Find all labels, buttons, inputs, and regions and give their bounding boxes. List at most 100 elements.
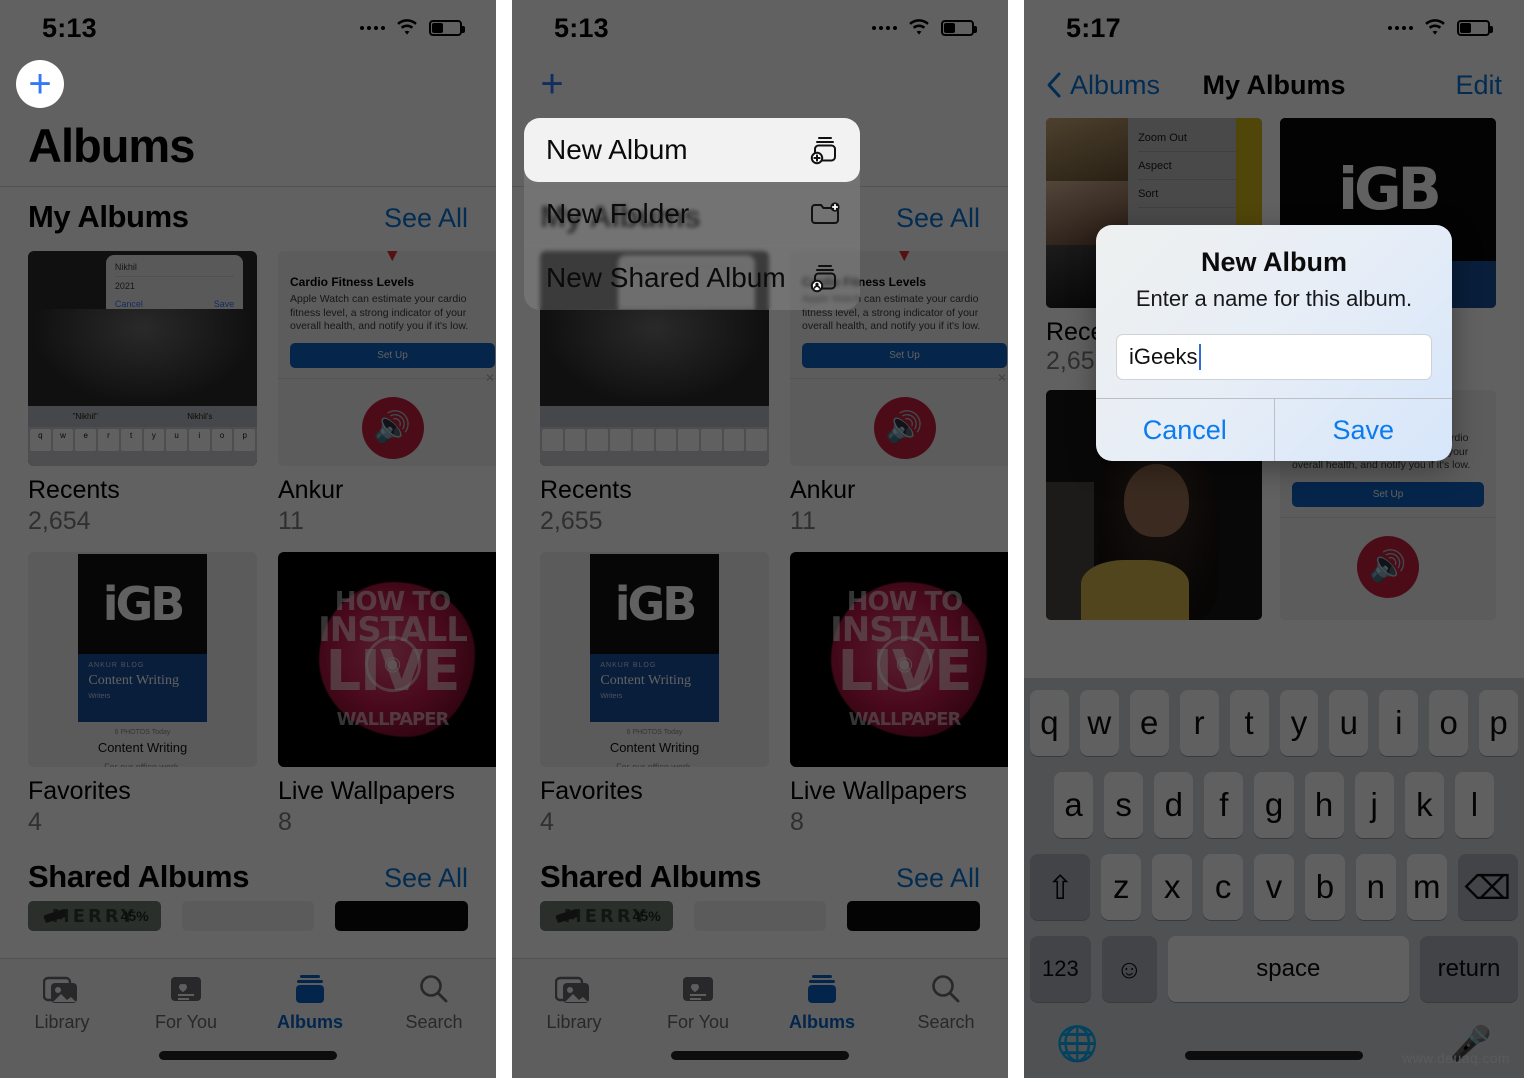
key-t[interactable]: t — [1229, 690, 1269, 756]
emoji-icon[interactable]: ☺ — [1101, 936, 1157, 1002]
album-name-input[interactable]: iGeeks — [1116, 334, 1432, 380]
see-all-link[interactable]: See All — [896, 203, 980, 234]
key-i[interactable]: i — [1379, 690, 1419, 756]
album-name: Favorites — [540, 777, 643, 805]
alert-actions: Cancel Save — [1096, 398, 1452, 461]
key-l[interactable]: l — [1454, 772, 1494, 838]
key-g[interactable]: g — [1254, 772, 1294, 838]
numbers-key[interactable]: 123 — [1030, 936, 1091, 1002]
key-p[interactable]: p — [1479, 690, 1519, 756]
key-m[interactable]: m — [1406, 854, 1447, 920]
album-card-favorites[interactable]: iGB ANKUR BLOG Content Writing Writers 6… — [28, 552, 257, 837]
status-time: 5:13 — [554, 12, 609, 43]
backspace-icon[interactable]: ⌫ — [1457, 854, 1519, 920]
space-key[interactable]: space — [1167, 936, 1409, 1002]
key-f[interactable]: f — [1204, 772, 1244, 838]
photo-thumb — [1046, 118, 1129, 182]
album-card-recents[interactable]: Nikhil 2021 Cancel Save "Nikhil" Nikhil'… — [28, 251, 257, 536]
edit-button[interactable]: Edit — [1455, 70, 1502, 101]
tab-library[interactable]: Library — [0, 973, 124, 1033]
key-c[interactable]: c — [1203, 854, 1244, 920]
see-all-link[interactable]: See All — [384, 863, 468, 894]
album-count: 8 — [278, 808, 292, 836]
tab-for-you[interactable]: For You — [124, 973, 248, 1033]
new-album-icon — [808, 135, 842, 165]
key-e[interactable]: e — [1129, 690, 1169, 756]
mini-key: q — [30, 429, 51, 452]
key-s[interactable]: s — [1104, 772, 1144, 838]
wifi-icon — [395, 19, 419, 37]
keyboard-row-1: q w e r t y u i o p — [1029, 690, 1519, 756]
see-all-link[interactable]: See All — [896, 863, 980, 894]
live-wallpaper-artwork: HOW TO INSTALL LIVE WALLPAPER ◉ — [278, 552, 496, 767]
text-caret — [1199, 344, 1202, 370]
cover-kicker: ANKUR BLOG — [88, 662, 145, 669]
key-u[interactable]: u — [1329, 690, 1369, 756]
back-button[interactable]: Albums — [1046, 70, 1160, 101]
home-indicator[interactable] — [159, 1051, 337, 1060]
tab-library[interactable]: Library — [512, 973, 636, 1033]
shift-icon[interactable]: ⇧ — [1029, 854, 1091, 920]
tab-for-you[interactable]: For You — [636, 973, 760, 1033]
key-a[interactable]: a — [1054, 772, 1094, 838]
on-screen-keyboard: q w e r t y u i o p a s d f g h j k l ⇧ … — [1024, 678, 1524, 1078]
key-w[interactable]: w — [1079, 690, 1119, 756]
shirt-shape — [1080, 560, 1189, 620]
cardio-setup-button: Set Up — [802, 342, 1007, 368]
key-v[interactable]: v — [1254, 854, 1294, 920]
shared-album-thumb[interactable]: MERRY 45% — [28, 901, 161, 931]
mini-key — [564, 429, 586, 452]
cancel-button[interactable]: Cancel — [1096, 399, 1274, 461]
shared-album-thumb[interactable] — [847, 901, 981, 931]
shared-album-thumb[interactable] — [335, 901, 469, 931]
tab-search[interactable]: Search — [884, 973, 1008, 1033]
tab-label: Albums — [276, 1012, 343, 1032]
menu-item-new-album[interactable]: New Album — [524, 118, 860, 182]
add-album-button[interactable]: + — [528, 60, 576, 108]
section-title: Shared Albums — [28, 859, 250, 894]
key-b[interactable]: b — [1304, 854, 1345, 920]
key-q[interactable]: q — [1029, 690, 1069, 756]
shared-album-thumb[interactable]: MERRY 45% — [540, 901, 673, 931]
key-h[interactable]: h — [1304, 772, 1344, 838]
key-k[interactable]: k — [1404, 772, 1444, 838]
tab-search[interactable]: Search — [372, 973, 496, 1033]
tab-albums[interactable]: Albums — [760, 973, 884, 1033]
see-all-link[interactable]: See All — [384, 203, 468, 234]
key-r[interactable]: r — [1179, 690, 1219, 756]
globe-icon[interactable]: 🌐 — [1056, 1024, 1098, 1064]
shared-album-thumb[interactable] — [693, 901, 827, 931]
shared-album-thumb[interactable] — [181, 901, 315, 931]
predictive-bar-art — [540, 405, 769, 428]
mini-key: u — [166, 429, 187, 452]
keyboard-row-2: a s d f g h j k l — [1030, 772, 1518, 838]
speaker-icon: 🔊 — [873, 396, 936, 459]
home-indicator[interactable] — [1185, 1051, 1363, 1060]
tab-albums[interactable]: Albums — [248, 973, 372, 1033]
key-y[interactable]: y — [1279, 690, 1319, 756]
album-card-favorites[interactable]: iGB ANKUR BLOG Content Writing Writers 6… — [540, 552, 769, 837]
photo-caption-2: For our office work. — [104, 762, 181, 767]
key-d[interactable]: d — [1154, 772, 1194, 838]
menu-item-new-shared-album[interactable]: New Shared Album — [524, 246, 860, 310]
save-button[interactable]: Save — [1273, 399, 1453, 461]
return-key[interactable]: return — [1419, 936, 1518, 1002]
mini-key: w — [52, 429, 74, 452]
menu-item-new-folder[interactable]: New Folder — [524, 182, 860, 246]
sheet-save: Save — [213, 299, 235, 310]
key-n[interactable]: n — [1355, 854, 1396, 920]
photo-caption-2: For our office work. — [616, 762, 693, 767]
key-o[interactable]: o — [1429, 690, 1469, 756]
key-j[interactable]: j — [1354, 772, 1394, 838]
key-x[interactable]: x — [1152, 854, 1193, 920]
album-card-ankur[interactable]: ▼ Cardio Fitness Levels Apple Watch can … — [278, 251, 496, 536]
album-card-live-wallpapers[interactable]: HOW TO INSTALL LIVE WALLPAPER ◉ Live Wal… — [278, 552, 496, 837]
key-z[interactable]: z — [1101, 854, 1142, 920]
add-album-button[interactable]: + — [16, 60, 64, 108]
signal-dots-icon — [1388, 26, 1413, 30]
shared-percent: 45% — [120, 908, 149, 924]
tab-label: Library — [546, 1012, 602, 1032]
album-card-live-wallpapers[interactable]: HOW TO INSTALL LIVE WALLPAPER ◉ Live Wal… — [790, 552, 1008, 837]
home-indicator[interactable] — [671, 1051, 849, 1060]
section-my-albums: My Albums See All — [0, 199, 496, 235]
